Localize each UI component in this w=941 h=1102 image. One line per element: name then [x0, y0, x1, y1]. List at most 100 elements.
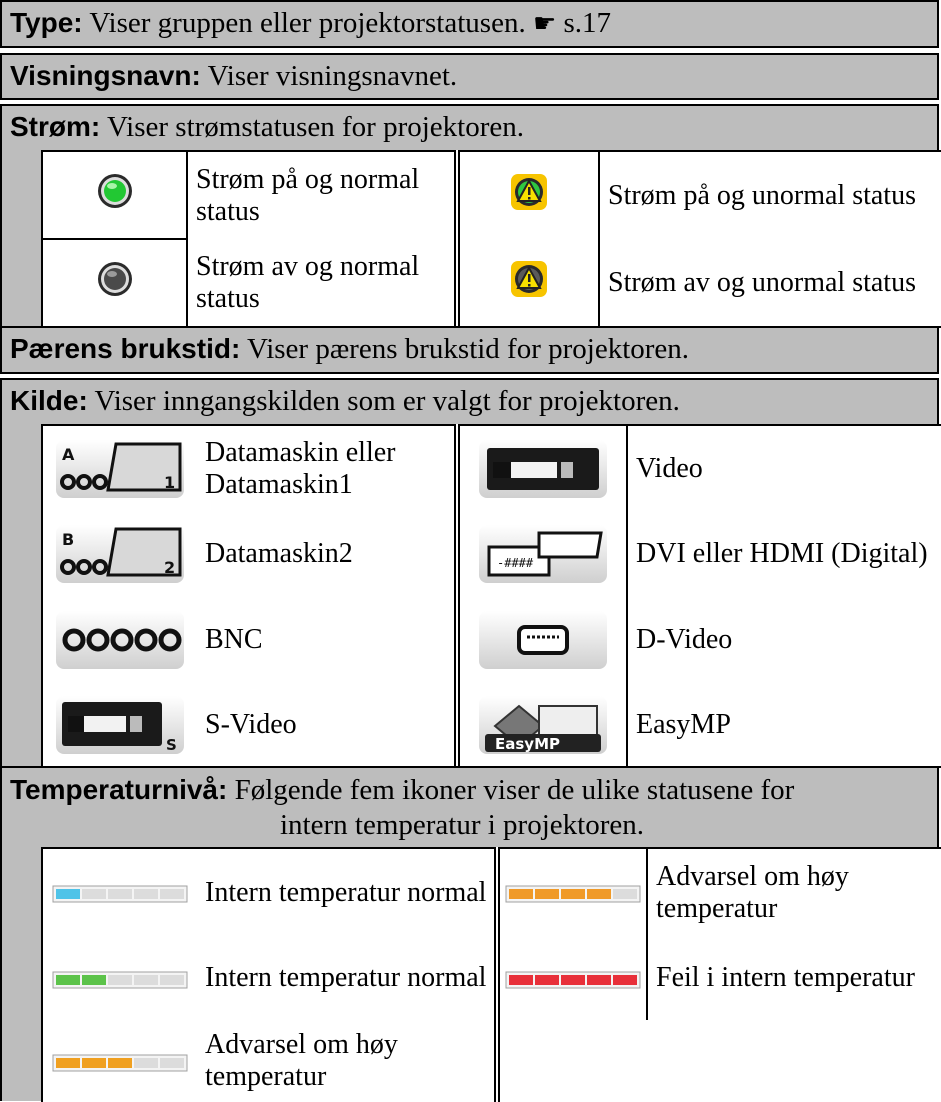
temp-cell-1-text: Intern temperatur normal [197, 847, 500, 936]
temp-bar-segment [108, 889, 132, 900]
source-cell-3-text: Datamaskin2 [197, 511, 460, 597]
temp-bar-segment [56, 1057, 80, 1068]
type-row: Type: Viser gruppen eller projektorstatu… [0, 0, 939, 48]
computer2-icon: B 2 [56, 525, 184, 583]
svg-text:EasyMP: EasyMP [495, 735, 560, 753]
source-cell-8-icon: EasyMP [457, 683, 627, 768]
temp-cell-5-text: Advarsel om høy temperatur [197, 1020, 500, 1102]
source-cell-6-text: D-Video [626, 597, 941, 683]
temp-bar-segment [108, 1057, 132, 1068]
power-cell-2-icon [457, 150, 599, 239]
temp-bar-segment [509, 889, 533, 900]
temp-cell-2-text: Advarsel om høy temperatur [646, 847, 941, 936]
temp-bar-segment [160, 974, 184, 985]
bnc-icon [56, 611, 184, 669]
temp-bar-segment [134, 1057, 158, 1068]
source-cell-4-icon: -#### [457, 511, 627, 597]
d-video-icon [479, 611, 607, 669]
temp-cell-2-icon [497, 847, 647, 936]
source-cell-1-icon: A 1 [41, 424, 197, 511]
power-off-normal-icon [97, 262, 132, 296]
svg-text:A: A [62, 445, 75, 464]
temp-bar-segment [160, 1057, 184, 1068]
power-table: Strøm på og normal status Strøm på og un… [41, 150, 941, 328]
source-cell-4-text: DVI eller HDMI (Digital) [626, 511, 941, 597]
temperature-text: Følgende fem ikoner viser de ulike statu… [234, 774, 795, 806]
temperature-text-cont: intern temperatur i projektoren. [280, 809, 644, 841]
power-cell-3-icon [41, 238, 188, 328]
temp-level-4-icon [505, 885, 641, 903]
temp-bar-segment [134, 889, 158, 900]
power-cell-1-icon [41, 150, 188, 240]
power-on-normal-icon [97, 174, 132, 208]
computer1-icon: A 1 [56, 439, 184, 498]
source-table: A 1 Datamaskin eller Datamaskin1 Video B… [41, 424, 941, 768]
s-video-icon: S [56, 695, 184, 754]
svg-text:S: S [166, 736, 177, 754]
source-label: Kilde: [10, 385, 88, 416]
source-cell-8-text: EasyMP [626, 683, 941, 768]
source-cell-6-icon [457, 597, 627, 683]
power-cell-2-text: Strøm på og unormal status [598, 150, 941, 239]
lamp-hours-row: Pærens brukstid: Viser pærens brukstid f… [0, 326, 939, 374]
dvi-hdmi-icon: -#### [479, 525, 607, 583]
temperature-table: Intern temperatur normal Advarsel om høy… [41, 847, 941, 1102]
temp-bar-segment [561, 974, 585, 985]
temp-bar-segment [134, 974, 158, 985]
temp-level-3-icon [52, 1054, 188, 1072]
source-indent [0, 424, 43, 766]
temperature-row: Temperaturnivå: Følgende fem ikoner vise… [0, 766, 939, 849]
temp-bar-segment [108, 974, 132, 985]
temp-bar-segment [561, 889, 585, 900]
easymp-icon: EasyMP [479, 695, 607, 754]
display-name-label: Visningsnavn: [10, 60, 201, 91]
temp-cell-1-icon [41, 847, 197, 936]
temp-bar-segment [613, 889, 637, 900]
temp-cell-4-text: Feil i intern temperatur [646, 936, 941, 1020]
source-text: Viser inngangskilden som er valgt for pr… [94, 385, 680, 417]
power-cell-4-text: Strøm av og unormal status [598, 239, 941, 328]
pointing-hand-icon: ☛ [532, 9, 557, 39]
source-cell-1-text: Datamaskin eller Datamaskin1 [197, 424, 460, 511]
temp-bar-segment [160, 889, 184, 900]
temp-bar-segment [587, 889, 611, 900]
lamp-hours-label: Pærens brukstid: [10, 333, 241, 364]
power-row: Strøm: Viser strømstatusen for projektor… [0, 104, 939, 152]
temp-bar-segment [613, 974, 637, 985]
temperature-label: Temperaturnivå: [10, 774, 228, 805]
power-indent [0, 150, 43, 326]
svg-text:1: 1 [164, 473, 175, 492]
svg-text:B: B [62, 530, 74, 549]
type-text: Viser gruppen eller projektorstatusen. [89, 7, 526, 39]
power-on-abnormal-icon [511, 173, 547, 210]
temp-bar-segment [82, 1057, 106, 1068]
temperature-indent [0, 847, 43, 1101]
temp-bar-segment [82, 889, 106, 900]
temp-bar-segment [509, 974, 533, 985]
source-cell-5-icon [41, 597, 197, 683]
video-icon [479, 439, 607, 498]
temp-bar-segment [82, 974, 106, 985]
temp-bar-segment [56, 974, 80, 985]
temp-bar-segment [587, 974, 611, 985]
temp-cell-3-icon [41, 936, 197, 1020]
power-text: Viser strømstatusen for projektoren. [106, 111, 525, 143]
power-off-abnormal-icon [511, 260, 547, 297]
power-label: Strøm: [10, 111, 101, 142]
source-cell-2-icon [457, 424, 627, 511]
source-cell-3-icon: B 2 [41, 511, 197, 597]
temp-level-1-icon [52, 885, 188, 903]
temp-level-5-icon [505, 971, 641, 989]
temp-cell-3-text: Intern temperatur normal [197, 936, 500, 1020]
manual-page: Type: Viser gruppen eller projektorstatu… [0, 0, 941, 1102]
power-cell-1-text: Strøm på og normal status [187, 150, 460, 239]
temp-cell-empty [496, 1020, 647, 1102]
temp-cell-empty-2 [647, 1020, 941, 1102]
display-name-text: Viser visningsnavnet. [207, 60, 458, 92]
temp-bar-segment [535, 974, 559, 985]
svg-text:-####: -#### [497, 556, 534, 570]
display-name-row: Visningsnavn: Viser visningsnavnet. [0, 53, 939, 100]
temp-cell-5-icon [41, 1020, 197, 1102]
svg-text:2: 2 [164, 558, 175, 577]
temp-bar-segment [56, 889, 80, 900]
